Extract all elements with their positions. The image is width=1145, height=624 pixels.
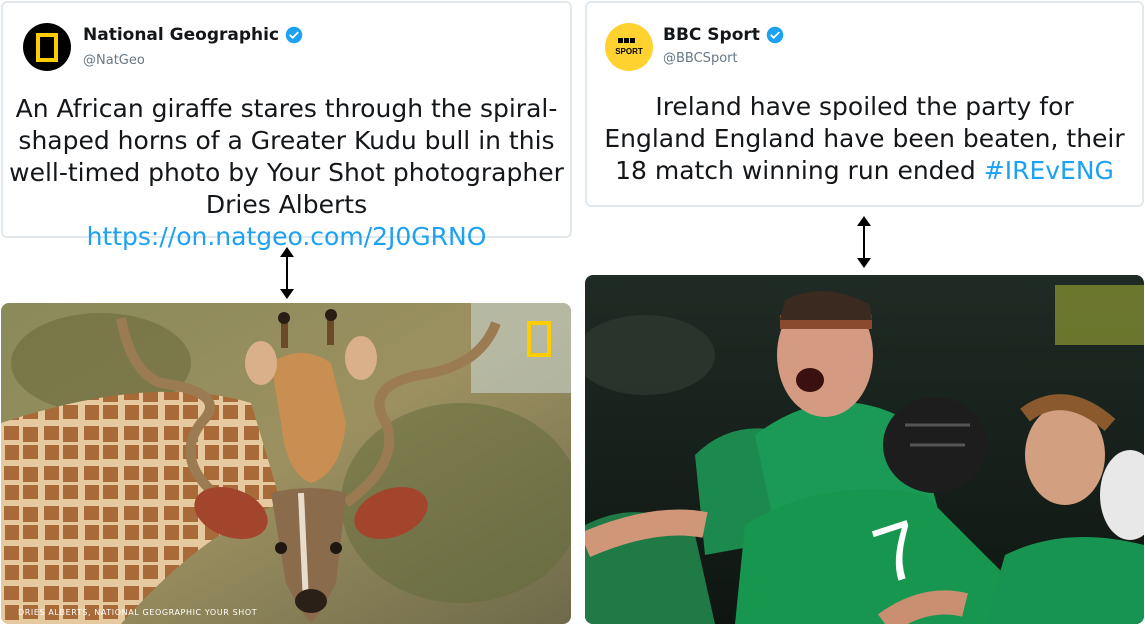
double-arrow-icon [857, 216, 871, 268]
verified-badge-icon [285, 26, 303, 44]
bbc-avatar[interactable]: SPORT [605, 23, 653, 71]
natgeo-logo-icon [36, 33, 58, 62]
account-name-text: BBC Sport [663, 25, 760, 45]
tweet-text: Ireland have spoiled the party for Engla… [601, 91, 1128, 187]
natgeo-avatar[interactable] [23, 23, 71, 71]
account-name-text: National Geographic [83, 25, 280, 45]
photo-credit: DRIES ALBERTS, NATIONAL GEOGRAPHIC YOUR … [18, 608, 258, 617]
tweet-text: An African giraffe stares through the sp… [9, 93, 564, 253]
tweet-card-bbc[interactable]: SPORT BBC Sport @BBCSport Ireland have s… [585, 1, 1144, 207]
bbc-sport-logo-icon: SPORT [615, 38, 643, 56]
account-handle[interactable]: @NatGeo [83, 53, 145, 68]
photo-giraffe-kudu[interactable]: DRIES ALBERTS, NATIONAL GEOGRAPHIC YOUR … [1, 303, 571, 624]
photo-ireland-rugby[interactable]: 7 [585, 275, 1144, 624]
bbc-logo-text: SPORT [615, 47, 643, 56]
verified-badge-icon [766, 26, 784, 44]
account-name[interactable]: BBC Sport [663, 25, 784, 45]
tweet-hashtag[interactable]: #IREvENG [984, 156, 1114, 185]
giraffe-kudu-image [1, 303, 571, 624]
account-name[interactable]: National Geographic [83, 25, 303, 45]
tweet-body: An African giraffe stares through the sp… [9, 94, 564, 219]
double-arrow-icon [280, 247, 294, 299]
tweet-card-natgeo[interactable]: National Geographic @NatGeo An African g… [1, 1, 572, 251]
rugby-celebration-image: 7 [585, 275, 1144, 624]
account-handle[interactable]: @BBCSport [663, 51, 738, 66]
